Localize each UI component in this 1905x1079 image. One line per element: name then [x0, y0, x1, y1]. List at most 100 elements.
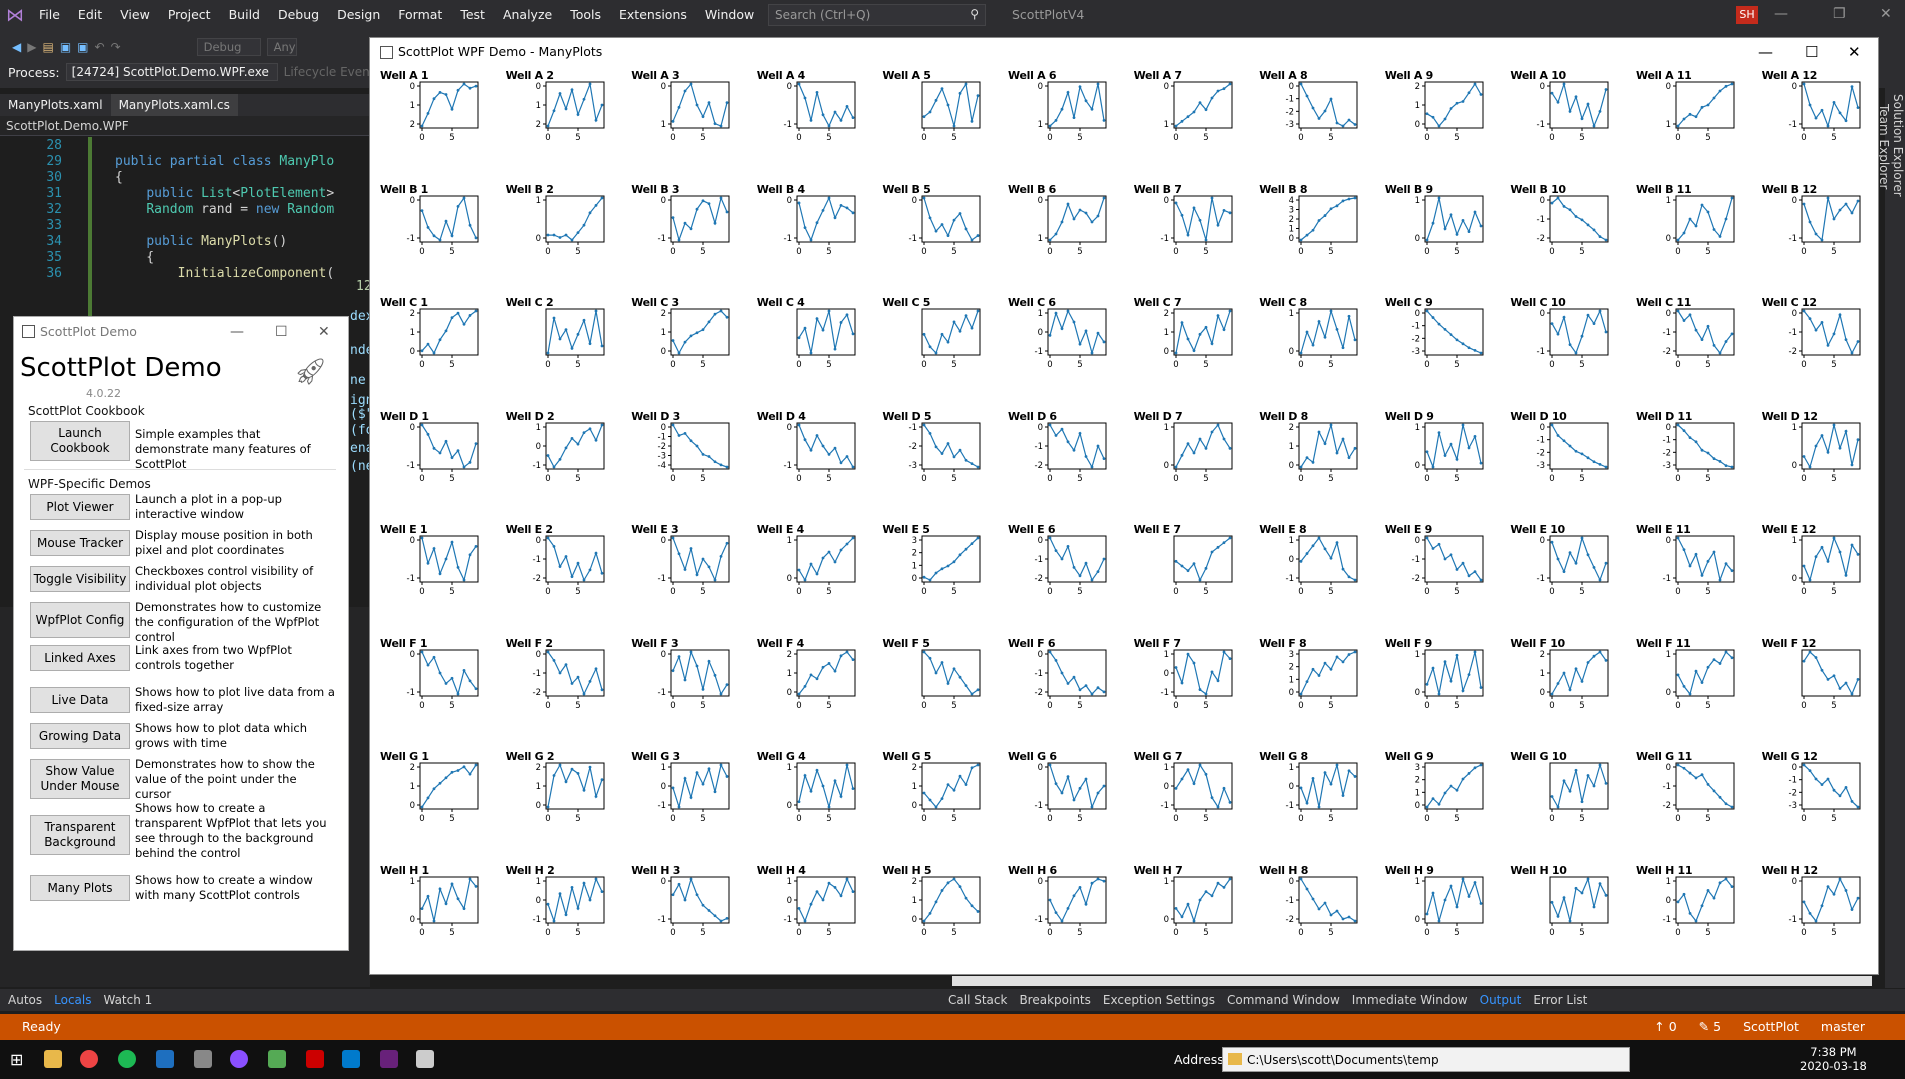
- plot-panel[interactable]: Well C 405: [757, 295, 882, 408]
- close-icon[interactable]: ✕: [1880, 6, 1892, 22]
- lifecycle-events-button[interactable]: Lifecycle Events: [284, 65, 381, 79]
- plot-panel[interactable]: Well B 60501: [1008, 182, 1133, 295]
- plot-panel[interactable]: Well H 6 0 5 0 -1: [1008, 863, 1133, 976]
- plot-panel[interactable]: Well B 90510: [1385, 182, 1510, 295]
- plot-panel[interactable]: Well D 90510: [1385, 409, 1510, 522]
- menu-build[interactable]: Build: [220, 0, 269, 30]
- plot-panel[interactable]: Well F 1 0 5 0 -1: [380, 636, 505, 749]
- plot-panel[interactable]: Well H 11 0 5 1 0 -1: [1636, 863, 1761, 976]
- maximize-icon[interactable]: ☐: [275, 317, 288, 347]
- start-icon[interactable]: ⊞: [10, 1050, 28, 1069]
- plot-panel[interactable]: Well B 10 0 5 0 -1 -2: [1510, 182, 1635, 295]
- app-icon[interactable]: [230, 1050, 248, 1068]
- close-icon[interactable]: ✕: [1848, 38, 1861, 66]
- output-tab[interactable]: Breakpoints: [1019, 993, 1090, 1007]
- menu-analyze[interactable]: Analyze: [494, 0, 561, 30]
- plot-panel[interactable]: Well H 10510: [380, 863, 505, 976]
- process-dropdown[interactable]: [24724] ScottPlot.Demo.WPF.exe: [65, 63, 278, 81]
- output-tab[interactable]: Call Stack: [948, 993, 1007, 1007]
- plot-panel[interactable]: Well D 2 0 5 1 0 -1: [506, 409, 631, 522]
- plot-panel[interactable]: Well E 705: [1134, 522, 1259, 635]
- menu-project[interactable]: Project: [159, 0, 220, 30]
- plot-panel[interactable]: Well E 40510: [757, 522, 882, 635]
- plot-panel[interactable]: Well E 2 0 5 0 -1 -2: [506, 522, 631, 635]
- demo-titlebar[interactable]: ScottPlot Demo — ☐ ✕: [14, 317, 348, 347]
- output-tab[interactable]: Command Window: [1227, 993, 1340, 1007]
- plot-panel[interactable]: Well E 10 0 5 0 -1: [1510, 522, 1635, 635]
- repo-name[interactable]: ScottPlot: [1743, 1019, 1799, 1034]
- app-icon[interactable]: [306, 1050, 324, 1068]
- undo-icon[interactable]: ↶: [95, 40, 105, 54]
- save-all-icon[interactable]: ▣: [77, 40, 88, 54]
- chrome-icon[interactable]: [80, 1050, 98, 1068]
- plot-panel[interactable]: Well D 6 0 5 0 -1 -2: [1008, 409, 1133, 522]
- plot-panel[interactable]: Well E 12 0 5 1 0: [1762, 522, 1887, 635]
- plot-panel[interactable]: Well B 3 0 5 0 -1: [631, 182, 756, 295]
- debug-tab[interactable]: Locals: [54, 993, 91, 1007]
- breadcrumb[interactable]: ScottPlot.Demo.WPF: [0, 116, 370, 136]
- output-tab[interactable]: Immediate Window: [1352, 993, 1468, 1007]
- menu-design[interactable]: Design: [328, 0, 389, 30]
- plot-panel[interactable]: Well F 6 0 5 0 -1 -2: [1008, 636, 1133, 749]
- document-tab[interactable]: ManyPlots.xaml.cs: [110, 94, 238, 116]
- plot-panel[interactable]: Well C 305210: [631, 295, 756, 408]
- show-value-under-mouse-button[interactable]: Show Value Under Mouse: [30, 759, 130, 799]
- launch-cookbook-button[interactable]: Launch Cookbook: [30, 421, 130, 461]
- plot-panel[interactable]: Well F 8053210: [1259, 636, 1384, 749]
- plot-panel[interactable]: Well G 11 0 5 0 -1 -2: [1636, 749, 1761, 862]
- branch-name[interactable]: master: [1821, 1019, 1865, 1034]
- plot-panel[interactable]: Well D 805210: [1259, 409, 1384, 522]
- plot-panel[interactable]: Well G 7 0 5 1 0 -1: [1134, 749, 1259, 862]
- menu-format[interactable]: Format: [389, 0, 451, 30]
- plot-panel[interactable]: Well D 70510: [1134, 409, 1259, 522]
- plot-viewer-button[interactable]: Plot Viewer: [30, 494, 130, 520]
- plot-panel[interactable]: Well B 5 0 5 0 -1: [882, 182, 1007, 295]
- plot-panel[interactable]: Well D 3 0 5 0 -1 -2 -3 -4: [631, 409, 756, 522]
- platform-dropdown[interactable]: Any: [266, 38, 297, 56]
- plot-panel[interactable]: Well A 30501: [631, 68, 756, 181]
- plot-panel[interactable]: Well G 3 0 5 1 0 -1: [631, 749, 756, 862]
- visual-studio-icon[interactable]: [380, 1050, 398, 1068]
- plot-panel[interactable]: Well C 9 0 5 0 -1 -2 -3: [1385, 295, 1510, 408]
- changes-count[interactable]: ✎ 5: [1699, 1019, 1721, 1034]
- plot-panel[interactable]: Well F 405210: [757, 636, 882, 749]
- app-icon[interactable]: [268, 1050, 286, 1068]
- horizontal-scrollbar[interactable]: [952, 976, 1872, 986]
- plot-panel[interactable]: Well F 505: [882, 636, 1007, 749]
- plot-panel[interactable]: Well D 5 0 5 -1 -2 -3: [882, 409, 1007, 522]
- plot-panel[interactable]: Well D 11 0 5 0 -1 -2 -3: [1636, 409, 1761, 522]
- plot-panel[interactable]: Well A 10 0 5 0 -1: [1510, 68, 1635, 181]
- mouse-tracker-button[interactable]: Mouse Tracker: [30, 530, 130, 556]
- menu-extensions[interactable]: Extensions: [610, 0, 696, 30]
- minimize-icon[interactable]: —: [1774, 6, 1788, 22]
- minimize-icon[interactable]: —: [1758, 38, 1773, 66]
- output-tab[interactable]: Output: [1480, 993, 1522, 1007]
- output-tab[interactable]: Exception Settings: [1103, 993, 1215, 1007]
- clock[interactable]: 7:38 PM 2020-03-18: [1800, 1045, 1867, 1073]
- forward-icon[interactable]: ▶: [27, 40, 36, 54]
- plot-panel[interactable]: Well H 4 0 5 1 0 -1: [757, 863, 882, 976]
- menu-view[interactable]: View: [111, 0, 159, 30]
- plot-panel[interactable]: Well H 10 0 5: [1510, 863, 1635, 976]
- plot-panel[interactable]: Well C 10 0 5 0 -1: [1510, 295, 1635, 408]
- menu-test[interactable]: Test: [451, 0, 494, 30]
- transparent-background-button[interactable]: Transparent Background: [30, 815, 130, 855]
- plot-panel[interactable]: Well B 80543210: [1259, 182, 1384, 295]
- menu-edit[interactable]: Edit: [69, 0, 111, 30]
- plot-panel[interactable]: Well A 205012: [506, 68, 631, 181]
- plot-panel[interactable]: Well H 70510: [1134, 863, 1259, 976]
- vscode-icon[interactable]: [342, 1050, 360, 1068]
- plot-panel[interactable]: Well E 6 0 5 0 -1 -2: [1008, 522, 1133, 635]
- plot-panel[interactable]: Well H 8 0 5 0 -1 -2: [1259, 863, 1384, 976]
- plot-panel[interactable]: Well C 12 0 5 0 -1 -2: [1762, 295, 1887, 408]
- plot-panel[interactable]: Well G 205210: [506, 749, 631, 862]
- solution-explorer-tab[interactable]: Solution Explorer: [1891, 94, 1905, 988]
- plot-panel[interactable]: Well D 10 0 5 0 -1 -2 -3: [1510, 409, 1635, 522]
- plot-panel[interactable]: Well G 40510: [757, 749, 882, 862]
- plot-panel[interactable]: Well H 505210: [882, 863, 1007, 976]
- plot-panel[interactable]: Well H 2 0 5 1 0 -1: [506, 863, 631, 976]
- linked-axes-button[interactable]: Linked Axes: [30, 645, 130, 671]
- plot-panel[interactable]: Well F 12 0 5: [1762, 636, 1887, 749]
- plot-panel[interactable]: Well E 11 0 5 0 -1: [1636, 522, 1761, 635]
- plot-panel[interactable]: Well D 1 0 5 0 -1: [380, 409, 505, 522]
